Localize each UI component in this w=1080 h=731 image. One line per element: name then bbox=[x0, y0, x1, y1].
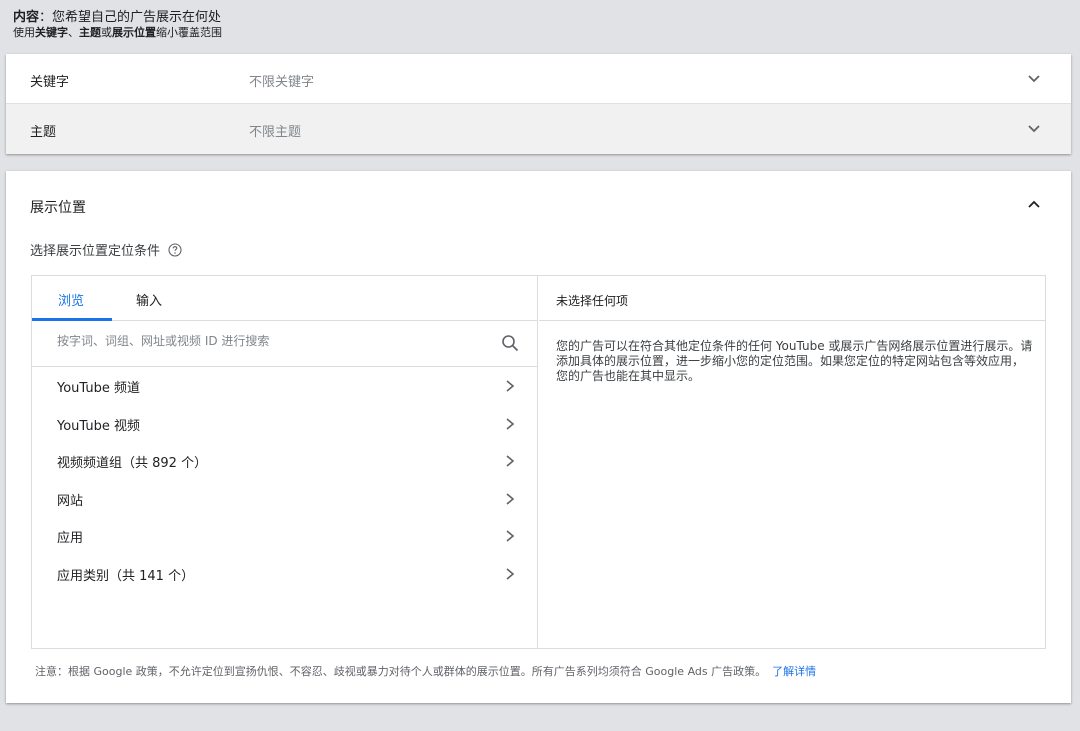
category-list: YouTube 频道 YouTube 视频 视频频道组（共 892 个） 网站 … bbox=[32, 367, 537, 592]
placements-subtitle-text: 选择展示位置定位条件 bbox=[30, 244, 161, 259]
placements-subtitle: 选择展示位置定位条件 bbox=[30, 240, 182, 259]
list-item-label: 网站 bbox=[57, 493, 84, 509]
search-icon[interactable] bbox=[501, 334, 519, 352]
topics-row[interactable]: 主题 不限主题 bbox=[6, 104, 1071, 154]
chevron-right-icon bbox=[505, 567, 515, 581]
subtitle-text: 使用 bbox=[13, 26, 35, 39]
section-subtitle: 使用关键字、主题或展示位置缩小覆盖范围 bbox=[13, 26, 222, 40]
chevron-right-icon bbox=[505, 454, 515, 468]
selection-header: 未选择任何项 bbox=[539, 276, 1045, 321]
targeting-panel: 关键字 不限关键字 主题 不限主题 bbox=[6, 54, 1071, 154]
list-item-label: 应用 bbox=[57, 531, 84, 546]
search-input[interactable] bbox=[57, 334, 487, 348]
help-icon[interactable] bbox=[168, 242, 182, 257]
search-bar bbox=[32, 321, 537, 367]
tab-browse[interactable]: 浏览 bbox=[58, 290, 84, 309]
chevron-right-icon bbox=[505, 529, 515, 543]
keywords-label: 关键字 bbox=[30, 75, 70, 90]
list-item-websites[interactable]: 网站 bbox=[32, 480, 537, 518]
policy-note: 注意：根据 Google 政策，不允许定位到宣扬仇恨、不容忍、歧视或暴力对待个人… bbox=[35, 663, 816, 679]
placement-picker: 浏览 输入 YouTube 频道 YouTube 视频 bbox=[31, 275, 1046, 649]
tab-bar: 浏览 输入 bbox=[32, 276, 537, 321]
tab-input[interactable]: 输入 bbox=[136, 290, 162, 309]
placements-title: 展示位置 bbox=[30, 200, 86, 216]
list-item-youtube-channels[interactable]: YouTube 频道 bbox=[32, 367, 537, 405]
subtitle-topic: 主题 bbox=[79, 26, 101, 39]
subtitle-text: 缩小覆盖范围 bbox=[156, 26, 222, 39]
subtitle-text: 或 bbox=[101, 26, 112, 39]
keywords-row[interactable]: 关键字 不限关键字 bbox=[6, 54, 1071, 104]
chevron-down-icon[interactable] bbox=[1027, 121, 1041, 135]
chevron-right-icon bbox=[505, 379, 515, 393]
selection-header-text: 未选择任何项 bbox=[556, 294, 629, 308]
list-item-label: 应用类别（共 141 个） bbox=[57, 568, 195, 584]
section-title-rest: ：您希望自己的广告展示在何处 bbox=[39, 10, 222, 25]
section-title: 内容：您希望自己的广告展示在何处 bbox=[13, 9, 222, 26]
browse-pane: 浏览 输入 YouTube 频道 YouTube 视频 bbox=[32, 276, 538, 648]
selection-description: 您的广告可以在符合其他定位条件的任何 YouTube 或展示广告网络展示位置进行… bbox=[556, 339, 1033, 383]
subtitle-placement: 展示位置 bbox=[112, 26, 156, 39]
subtitle-keyword: 关键字 bbox=[35, 26, 68, 39]
section-header: 内容：您希望自己的广告展示在何处 使用关键字、主题或展示位置缩小覆盖范围 bbox=[13, 9, 222, 40]
topics-value: 不限主题 bbox=[249, 125, 302, 140]
chevron-right-icon bbox=[505, 492, 515, 506]
topics-label: 主题 bbox=[30, 125, 57, 140]
placements-panel: 展示位置 选择展示位置定位条件 浏览 输入 YouTube 频道 bbox=[6, 171, 1071, 703]
list-item-label: YouTube 频道 bbox=[57, 381, 140, 396]
section-title-bold: 内容 bbox=[13, 10, 40, 25]
list-item-youtube-videos[interactable]: YouTube 视频 bbox=[32, 405, 537, 443]
chevron-right-icon bbox=[505, 417, 515, 431]
list-item-apps[interactable]: 应用 bbox=[32, 517, 537, 555]
list-item-label: YouTube 视频 bbox=[57, 418, 140, 434]
selection-pane: 未选择任何项 您的广告可以在符合其他定位条件的任何 YouTube 或展示广告网… bbox=[539, 276, 1045, 648]
keywords-value: 不限关键字 bbox=[249, 75, 315, 90]
subtitle-text: 、 bbox=[68, 26, 79, 39]
list-item-app-categories[interactable]: 应用类别（共 141 个） bbox=[32, 555, 537, 593]
policy-note-text: 注意：根据 Google 政策，不允许定位到宣扬仇恨、不容忍、歧视或暴力对待个人… bbox=[35, 665, 767, 678]
chevron-up-icon[interactable] bbox=[1027, 198, 1041, 212]
list-item-channel-groups[interactable]: 视频频道组（共 892 个） bbox=[32, 442, 537, 480]
chevron-down-icon[interactable] bbox=[1027, 71, 1041, 85]
list-item-label: 视频频道组（共 892 个） bbox=[57, 456, 208, 471]
learn-more-link[interactable]: 了解详情 bbox=[772, 665, 816, 678]
